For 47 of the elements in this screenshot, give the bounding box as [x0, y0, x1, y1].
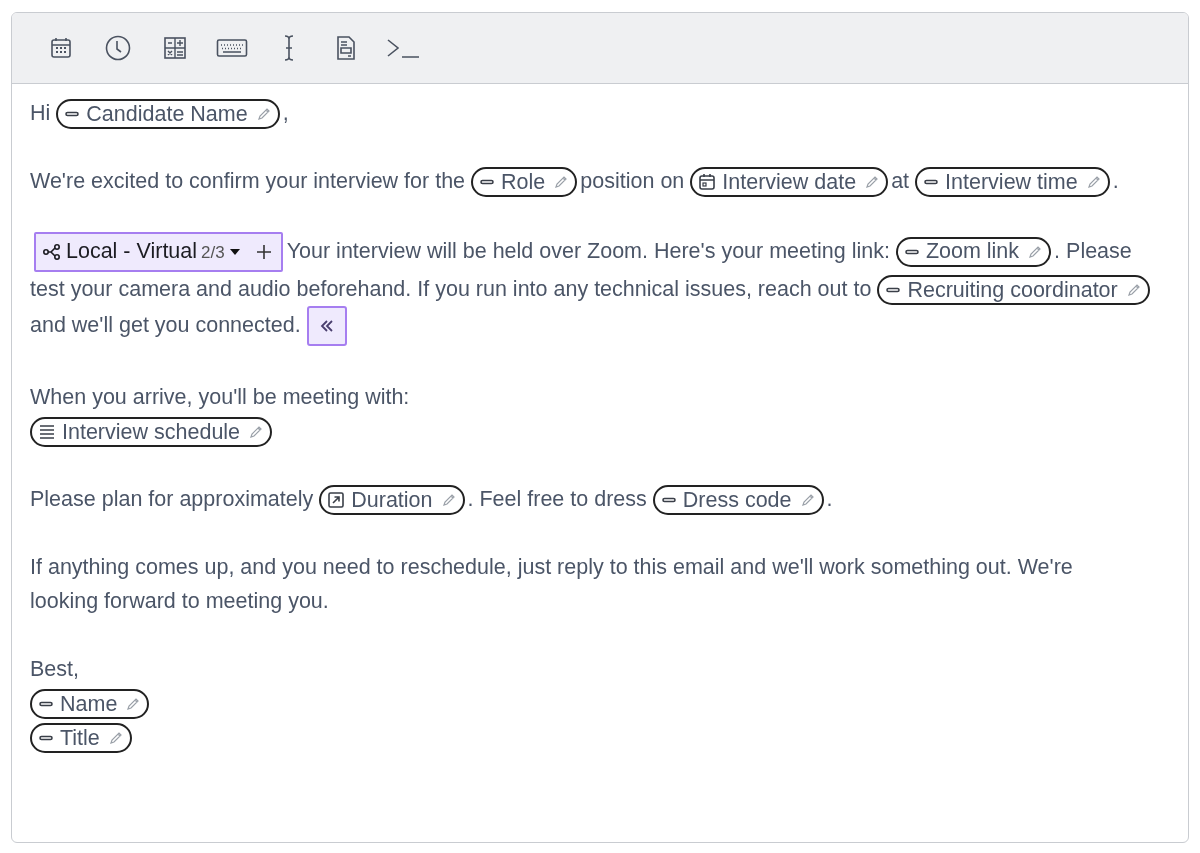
body-text: . Feel free to dress: [467, 487, 647, 511]
body-text: We're excited to confirm your interview for the: [30, 169, 466, 193]
body-text: Your interview will be held over Zoom. Here's your meeting link:: [286, 238, 890, 263]
body-text: Please plan for approximately: [30, 487, 314, 511]
variant-selector[interactable]: Local - Virtual 2/3: [34, 232, 283, 272]
body-text: at: [891, 169, 910, 193]
variable-chip[interactable]: Title: [30, 723, 132, 754]
collapse-button[interactable]: [306, 306, 347, 346]
variable-chip[interactable]: Name: [30, 689, 150, 720]
calculator-icon: [162, 36, 187, 60]
document-icon: [334, 35, 357, 61]
body-text: looking forward to meeting you.: [30, 589, 329, 613]
pencil-icon: [107, 730, 124, 747]
keyboard-icon: [215, 38, 248, 58]
pencil-icon: [1085, 174, 1102, 191]
body-text: test your camera and audio beforehand. If you run into any technical issues, reach out to: [30, 277, 872, 301]
variable-chip[interactable]: Zoom link: [895, 237, 1052, 267]
arrow-box-icon: [327, 491, 346, 510]
variable-chip[interactable]: Candidate Name: [56, 99, 280, 130]
body-text: .: [826, 487, 833, 511]
body-text: . Please: [1054, 238, 1132, 263]
variable-chip[interactable]: Role: [471, 167, 578, 198]
body-text: .: [1112, 169, 1119, 193]
variable-chip[interactable]: Recruiting coordinator: [877, 275, 1150, 306]
body-text: and we'll get you connected.: [30, 312, 301, 337]
pencil-icon: [799, 492, 816, 509]
body-text: When you arrive, you'll be meeting with:: [30, 385, 410, 409]
variable-chip[interactable]: Interview date: [690, 167, 889, 198]
body-text: Hi: [30, 101, 51, 125]
branch-icon: [42, 243, 62, 261]
body-text: ,: [282, 101, 289, 125]
variable-chip[interactable]: Interview time: [915, 167, 1110, 198]
calendar-icon: [48, 36, 73, 60]
pencil-icon: [255, 106, 272, 123]
plus-icon: [254, 243, 273, 261]
pencil-icon: [1125, 282, 1142, 299]
variable-chip[interactable]: Interview schedule: [30, 417, 273, 448]
body-text: If anything comes up, and you need to reschedule, just reply to this email and we'll work something out. We're: [30, 555, 1073, 579]
body-text: Best,: [30, 657, 79, 681]
calendar-icon: [698, 173, 717, 192]
body-text: position on: [580, 169, 685, 193]
clock-icon: [104, 35, 131, 61]
lines-icon: [38, 423, 56, 442]
variable-chip[interactable]: Dress code: [652, 485, 824, 516]
variable-chip[interactable]: Duration: [319, 485, 465, 516]
pencil-icon: [440, 492, 457, 509]
caret-icon: [228, 247, 241, 257]
